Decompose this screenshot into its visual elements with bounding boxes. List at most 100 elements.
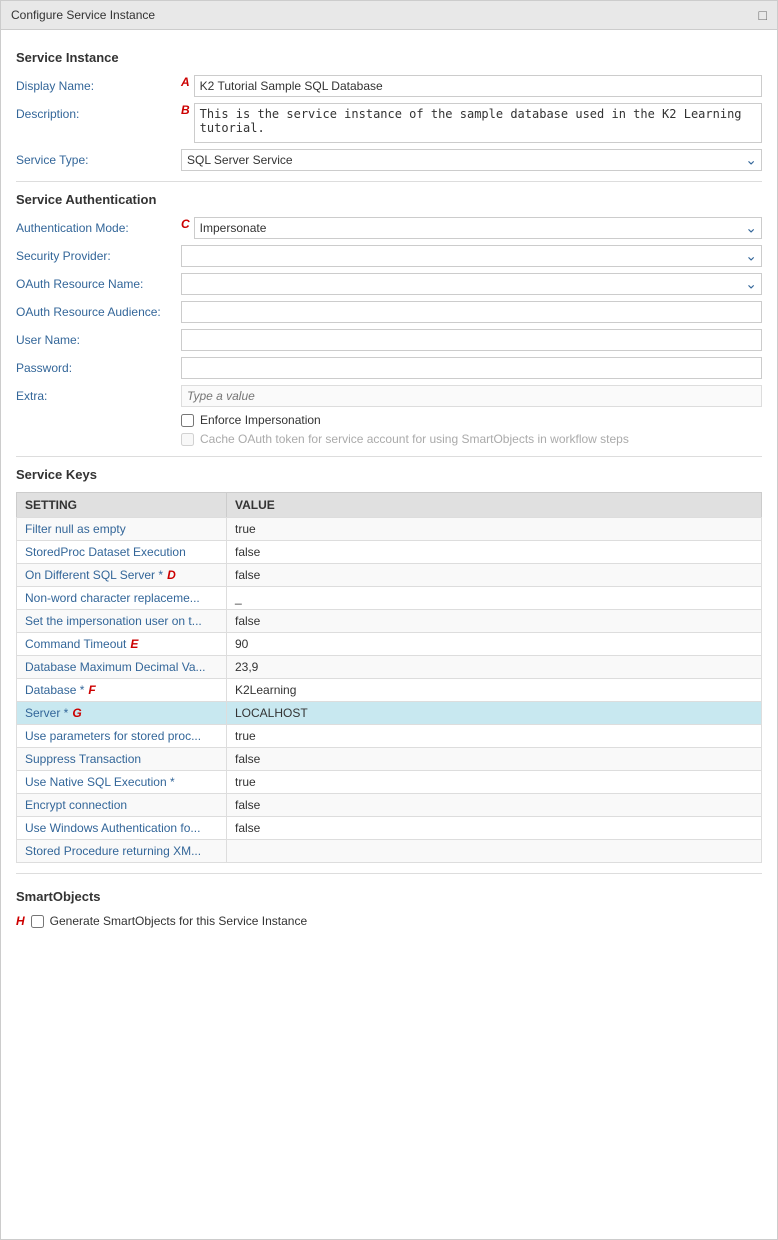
table-row[interactable]: Database *F K2Learning <box>16 678 762 701</box>
setting-cell: StoredProc Dataset Execution <box>17 541 227 563</box>
password-row: Password: <box>16 357 762 379</box>
generate-smartobjects-label: Generate SmartObjects for this Service I… <box>50 914 307 928</box>
marker-g: G <box>72 706 81 720</box>
service-type-select[interactable]: SQL Server Service <box>181 149 762 171</box>
oauth-resource-name-label-text: OAuth Resource Name: <box>16 277 143 291</box>
cache-oauth-label: Cache OAuth token for service account fo… <box>200 432 629 446</box>
user-name-label-text: User Name: <box>16 333 80 347</box>
maximize-icon[interactable]: □ <box>759 7 767 23</box>
display-name-label: Display Name: <box>16 75 181 93</box>
value-cell: false <box>227 794 761 816</box>
oauth-resource-audience-row: OAuth Resource Audience: <box>16 301 762 323</box>
extra-label-text: Extra: <box>16 389 47 403</box>
display-name-row: Display Name: A <box>16 75 762 97</box>
divider-1 <box>16 181 762 182</box>
service-type-label: Service Type: <box>16 149 181 167</box>
content-area: Service Instance Display Name: A Descrip… <box>1 30 777 938</box>
description-label-text: Description: <box>16 107 79 121</box>
value-cell: 23,9 <box>227 656 761 678</box>
auth-mode-label: Authentication Mode: <box>16 217 181 235</box>
marker-d: D <box>167 568 176 582</box>
service-type-label-text: Service Type: <box>16 153 88 167</box>
user-name-input[interactable] <box>181 329 762 351</box>
oauth-resource-name-select[interactable] <box>181 273 762 295</box>
value-cell: K2Learning <box>227 679 761 701</box>
value-cell: true <box>227 518 761 540</box>
description-input[interactable]: This is the service instance of the samp… <box>194 103 762 143</box>
password-label-text: Password: <box>16 361 72 375</box>
security-provider-select[interactable] <box>181 245 762 267</box>
setting-cell: Stored Procedure returning XM... <box>17 840 227 862</box>
table-row[interactable]: Encrypt connection false <box>16 793 762 816</box>
display-name-input[interactable] <box>194 75 762 97</box>
service-keys-title: Service Keys <box>16 467 762 484</box>
service-type-select-wrapper: SQL Server Service ⌄ <box>181 149 762 171</box>
col-value-header: VALUE <box>227 493 761 517</box>
setting-cell: Use parameters for stored proc... <box>17 725 227 747</box>
enforce-impersonation-row: Enforce Impersonation <box>181 413 762 427</box>
col-setting-header: SETTING <box>17 493 227 517</box>
extra-label: Extra: <box>16 385 181 403</box>
auth-mode-label-text: Authentication Mode: <box>16 221 129 235</box>
table-row[interactable]: Database Maximum Decimal Va... 23,9 <box>16 655 762 678</box>
password-input[interactable] <box>181 357 762 379</box>
display-name-label-text: Display Name: <box>16 79 94 93</box>
table-row[interactable]: On Different SQL Server *D false <box>16 563 762 586</box>
service-type-row: Service Type: SQL Server Service ⌄ <box>16 149 762 171</box>
value-cell: false <box>227 541 761 563</box>
table-row[interactable]: Stored Procedure returning XM... <box>16 839 762 863</box>
table-header: SETTING VALUE <box>16 492 762 517</box>
security-provider-label: Security Provider: <box>16 245 181 263</box>
window-title: Configure Service Instance <box>11 8 155 22</box>
table-row[interactable]: Use Windows Authentication fo... false <box>16 816 762 839</box>
oauth-resource-name-select-wrapper: ⌄ <box>181 273 762 295</box>
cache-oauth-row: Cache OAuth token for service account fo… <box>181 432 762 446</box>
generate-smartobjects-checkbox[interactable] <box>31 915 44 928</box>
smartobjects-title: SmartObjects <box>16 889 762 906</box>
table-row[interactable]: Set the impersonation user on t... false <box>16 609 762 632</box>
main-window: Configure Service Instance □ Service Ins… <box>0 0 778 1240</box>
value-cell: true <box>227 725 761 747</box>
auth-mode-select[interactable]: Impersonate <box>194 217 762 239</box>
oauth-resource-audience-input[interactable] <box>181 301 762 323</box>
title-bar: Configure Service Instance □ <box>1 1 777 30</box>
enforce-impersonation-checkbox[interactable] <box>181 414 194 427</box>
setting-cell: On Different SQL Server *D <box>17 564 227 586</box>
description-row: Description: B This is the service insta… <box>16 103 762 143</box>
marker-e: E <box>130 637 138 651</box>
setting-cell: Filter null as empty <box>17 518 227 540</box>
cache-oauth-checkbox[interactable] <box>181 433 194 446</box>
table-row-server[interactable]: Server *G LOCALHOST <box>16 701 762 724</box>
setting-cell: Use Windows Authentication fo... <box>17 817 227 839</box>
security-provider-row: Security Provider: ⌄ <box>16 245 762 267</box>
description-label: Description: <box>16 103 181 121</box>
table-row[interactable]: StoredProc Dataset Execution false <box>16 540 762 563</box>
security-provider-select-wrapper: ⌄ <box>181 245 762 267</box>
extra-input[interactable] <box>181 385 762 407</box>
service-keys-table: SETTING VALUE Filter null as empty true … <box>16 492 762 863</box>
table-row[interactable]: Non-word character replaceme... _ <box>16 586 762 609</box>
table-row[interactable]: Suppress Transaction false <box>16 747 762 770</box>
service-instance-title: Service Instance <box>16 50 762 67</box>
auth-mode-marker: C <box>181 217 190 231</box>
user-name-row: User Name: <box>16 329 762 351</box>
enforce-impersonation-label: Enforce Impersonation <box>200 413 321 427</box>
setting-cell: Database Maximum Decimal Va... <box>17 656 227 678</box>
table-row[interactable]: Use Native SQL Execution * true <box>16 770 762 793</box>
service-auth-title: Service Authentication <box>16 192 762 209</box>
oauth-resource-name-label: OAuth Resource Name: <box>16 273 181 291</box>
value-cell <box>227 840 761 862</box>
value-cell: false <box>227 748 761 770</box>
password-label: Password: <box>16 357 181 375</box>
extra-row: Extra: <box>16 385 762 407</box>
table-row[interactable]: Use parameters for stored proc... true <box>16 724 762 747</box>
marker-h: H <box>16 914 25 928</box>
smartobjects-section: SmartObjects H Generate SmartObjects for… <box>16 889 762 928</box>
value-cell: true <box>227 771 761 793</box>
setting-cell: Database *F <box>17 679 227 701</box>
auth-mode-row: Authentication Mode: C Impersonate ⌄ <box>16 217 762 239</box>
table-row[interactable]: Filter null as empty true <box>16 517 762 540</box>
table-row[interactable]: Command TimeoutE 90 <box>16 632 762 655</box>
divider-2 <box>16 456 762 457</box>
value-cell: false <box>227 564 761 586</box>
